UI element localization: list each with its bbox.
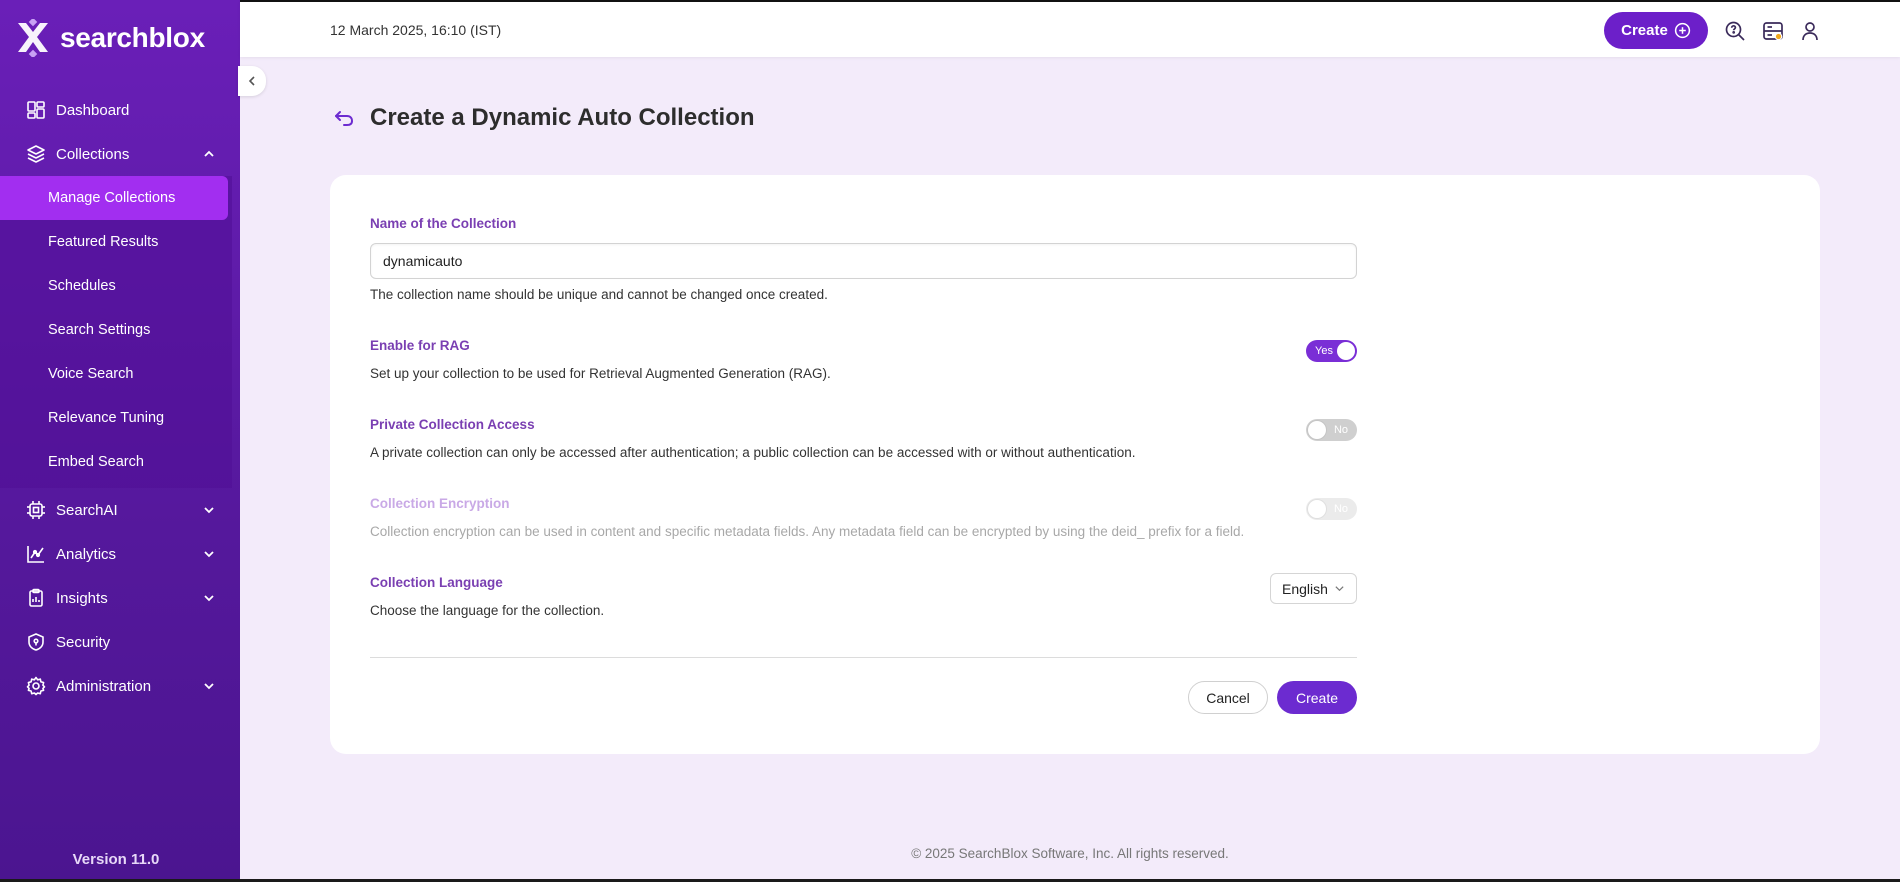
sidebar-item-label: Dashboard [56, 101, 130, 119]
create-collection-form: Name of the Collection The collection na… [330, 175, 1820, 754]
form-divider [370, 657, 1357, 658]
top-bar: 12 March 2025, 16:10 (IST) Create [240, 0, 1900, 57]
create-button-label: Create [1621, 22, 1668, 39]
chevron-left-icon [248, 76, 255, 86]
private-access-help: A private collection can only be accesse… [370, 445, 1136, 460]
sidebar: searchblox Dashboard Collections Manage … [0, 0, 240, 882]
language-help: Choose the language for the collection. [370, 603, 605, 618]
toggle-knob [1337, 342, 1355, 360]
back-arrow-icon[interactable] [332, 106, 356, 130]
sidebar-item-administration[interactable]: Administration [0, 664, 240, 708]
rag-toggle[interactable]: Yes [1306, 340, 1357, 362]
user-icon[interactable] [1799, 20, 1821, 42]
sidebar-nav: Dashboard Collections Manage Collections… [0, 88, 240, 708]
encryption-label: Collection Encryption [370, 496, 510, 511]
collection-name-label: Name of the Collection [370, 216, 517, 231]
logo-icon [18, 19, 48, 57]
toggle-state-label: No [1333, 424, 1348, 436]
chip-icon [26, 500, 46, 520]
chevron-down-icon [202, 679, 216, 693]
encryption-toggle: No [1306, 498, 1357, 520]
chevron-down-icon [1335, 586, 1344, 592]
sidebar-item-label: Analytics [56, 545, 117, 563]
current-datetime: 12 March 2025, 16:10 (IST) [330, 22, 502, 38]
encryption-help: Collection encryption can be used in con… [370, 524, 1245, 539]
collection-name-help: The collection name should be unique and… [370, 287, 828, 302]
sidebar-item-searchai[interactable]: SearchAI [0, 488, 240, 532]
sidebar-item-label: Collections [56, 145, 130, 163]
sidebar-subitem-search-settings[interactable]: Search Settings [0, 308, 232, 352]
sidebar-item-analytics[interactable]: Analytics [0, 532, 240, 576]
layers-icon [26, 144, 46, 164]
plus-circle-icon [1674, 22, 1690, 39]
chevron-up-icon [202, 147, 216, 161]
sidebar-subitem-featured-results[interactable]: Featured Results [0, 220, 232, 264]
sidebar-item-collections[interactable]: Collections [0, 132, 240, 176]
collections-submenu: Manage Collections Featured Results Sche… [0, 176, 232, 488]
page-title: Create a Dynamic Auto Collection [370, 104, 755, 131]
insights-icon [26, 588, 46, 608]
sidebar-subitem-embed-search[interactable]: Embed Search [0, 440, 232, 484]
rag-label: Enable for RAG [370, 338, 470, 353]
sidebar-subitem-voice-search[interactable]: Voice Search [0, 352, 232, 396]
sidebar-item-security[interactable]: Security [0, 620, 240, 664]
create-button[interactable]: Create [1604, 12, 1708, 49]
gear-icon [26, 676, 46, 696]
server-status-icon[interactable] [1762, 20, 1784, 42]
private-access-label: Private Collection Access [370, 417, 535, 432]
help-search-icon[interactable] [1724, 20, 1746, 42]
collapse-sidebar-button[interactable] [238, 66, 266, 96]
sidebar-item-label: Insights [56, 589, 108, 607]
language-select[interactable]: English [1270, 573, 1357, 604]
sidebar-item-insights[interactable]: Insights [0, 576, 240, 620]
language-selected-value: English [1282, 580, 1328, 597]
toggle-knob [1308, 500, 1326, 518]
chevron-down-icon [202, 503, 216, 517]
analytics-icon [26, 544, 46, 564]
page-header: Create a Dynamic Auto Collection [332, 104, 755, 132]
create-collection-button[interactable]: Create [1277, 681, 1357, 714]
toggle-state-label: Yes [1315, 345, 1333, 357]
sidebar-subitem-schedules[interactable]: Schedules [0, 264, 232, 308]
language-label: Collection Language [370, 575, 503, 590]
private-access-toggle[interactable]: No [1306, 419, 1357, 441]
chevron-down-icon [202, 591, 216, 605]
cancel-button[interactable]: Cancel [1188, 681, 1268, 714]
footer-copyright: © 2025 SearchBlox Software, Inc. All rig… [911, 846, 1229, 861]
searchblox-logo[interactable]: searchblox [14, 18, 205, 58]
shield-icon [26, 632, 46, 652]
collection-name-input[interactable] [370, 243, 1357, 279]
sidebar-item-label: Administration [56, 677, 152, 695]
rag-help: Set up your collection to be used for Re… [370, 366, 831, 381]
logo-text: searchblox [60, 22, 205, 53]
sidebar-subitem-manage-collections[interactable]: Manage Collections [0, 176, 228, 220]
toggle-knob [1308, 421, 1326, 439]
dashboard-icon [26, 100, 46, 120]
toggle-state-label: No [1333, 503, 1348, 515]
sidebar-item-label: SearchAI [56, 501, 118, 519]
chevron-down-icon [202, 547, 216, 561]
version-label: Version 11.0 [72, 851, 160, 868]
sidebar-subitem-relevance-tuning[interactable]: Relevance Tuning [0, 396, 232, 440]
sidebar-item-label: Security [56, 633, 111, 651]
sidebar-item-dashboard[interactable]: Dashboard [0, 88, 240, 132]
